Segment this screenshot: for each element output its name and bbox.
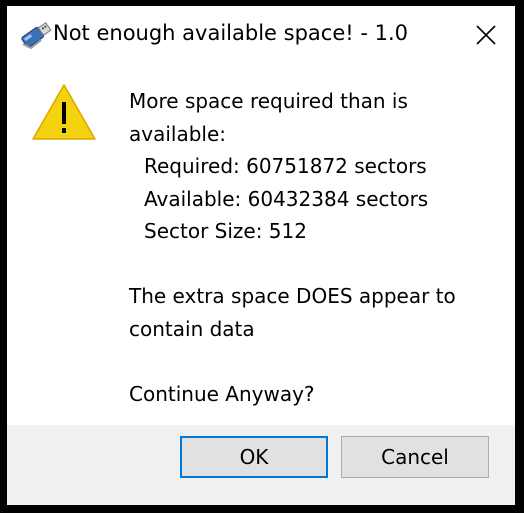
- sector-size: Sector Size: 512: [144, 219, 307, 243]
- title-bar[interactable]: Not enough available space! - 1.0: [7, 6, 515, 62]
- message-line: available:: [129, 121, 227, 146]
- dialog-window: Not enough available space! - 1.0 More s…: [7, 6, 515, 505]
- required-sectors: Required: 60751872 sectors: [144, 154, 427, 178]
- close-button[interactable]: [457, 6, 515, 62]
- message-text: More space required than is available: R…: [129, 85, 499, 410]
- button-bar: OK Cancel: [7, 425, 515, 505]
- usb-drive-icon: [19, 18, 53, 52]
- ok-button[interactable]: OK: [180, 436, 328, 478]
- available-sectors: Available: 60432384 sectors: [144, 186, 429, 211]
- confirm-question: Continue Anyway?: [129, 381, 315, 406]
- cancel-button[interactable]: Cancel: [341, 436, 489, 478]
- message-line: The extra space DOES appear to: [129, 284, 456, 308]
- message-area: More space required than is available: R…: [7, 62, 515, 425]
- window-title: Not enough available space! - 1.0: [53, 21, 408, 45]
- warning-icon: [31, 82, 97, 142]
- close-icon: [476, 25, 496, 45]
- message-line: contain data: [129, 316, 255, 341]
- message-line: More space required than is: [129, 89, 408, 113]
